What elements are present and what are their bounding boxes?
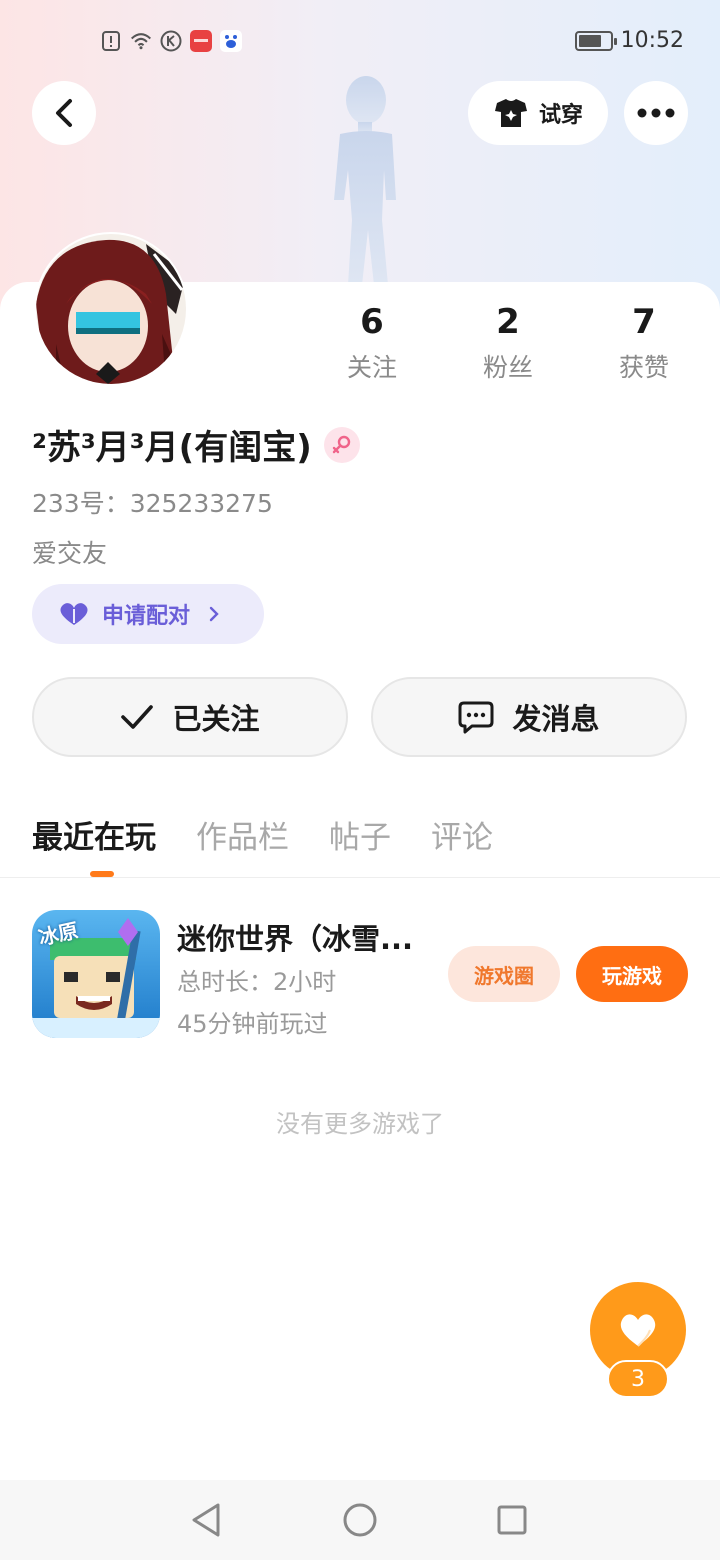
chevron-right-icon <box>209 606 219 622</box>
following-count: 6 <box>360 302 384 342</box>
back-button[interactable] <box>32 81 96 145</box>
heart-pair-icon <box>60 603 88 625</box>
stat-fans[interactable]: 2 粉丝 <box>438 300 578 384</box>
tab-recently-played[interactable]: 最近在玩 <box>32 812 156 862</box>
stat-likes[interactable]: 7 获赞 <box>574 300 714 384</box>
baidu-app-icon <box>220 30 242 52</box>
no-more-games-text: 没有更多游戏了 <box>276 1110 444 1138</box>
tab-works[interactable]: 作品栏 <box>196 812 289 862</box>
more-options-button[interactable] <box>624 81 688 145</box>
username-row: ²苏³月³月(有闺宝) <box>32 420 360 469</box>
avatar-illustration <box>36 234 186 384</box>
play-game-button[interactable]: 玩游戏 <box>576 946 688 1002</box>
triangle-back-icon <box>192 1503 220 1537</box>
game-list-item[interactable]: 冰原 迷你世界（冰雪... 总时长：2小时 45分钟前玩过 游戏圈 玩游戏 <box>32 910 688 1038</box>
nav-back-button[interactable] <box>186 1500 226 1540</box>
avatar[interactable] <box>34 232 188 386</box>
username: ²苏³月³月(有闺宝) <box>32 428 312 468</box>
game-circle-button[interactable]: 游戏圈 <box>448 946 560 1002</box>
female-gender-icon <box>323 426 360 463</box>
nav-recents-button[interactable] <box>492 1500 532 1540</box>
send-message-button[interactable]: 发消息 <box>371 677 687 757</box>
game-last-played: 45分钟前玩过 <box>177 1010 328 1038</box>
tshirt-icon <box>494 99 527 127</box>
tab-posts[interactable]: 帖子 <box>329 812 391 862</box>
game-playtime: 总时长：2小时 <box>177 968 337 996</box>
wifi-icon <box>131 33 151 50</box>
square-recents-icon <box>497 1505 527 1535</box>
likes-count: 7 <box>632 302 656 342</box>
check-icon <box>121 705 154 729</box>
stat-following[interactable]: 6 关注 <box>302 300 442 384</box>
status-bar: 10:52 <box>0 22 720 62</box>
tab-divider <box>0 877 720 878</box>
try-on-label: 试穿 <box>538 103 583 128</box>
followed-button[interactable]: 已关注 <box>32 677 348 757</box>
huawei-app-icon <box>190 30 212 52</box>
user-id: 233号：325233275 <box>32 489 273 518</box>
k-app-icon <box>160 30 182 52</box>
following-label: 关注 <box>346 353 397 382</box>
request-pair-label: 申请配对 <box>102 604 191 629</box>
request-pair-button[interactable]: 申请配对 <box>32 584 264 644</box>
game-icon[interactable]: 冰原 <box>32 910 160 1038</box>
nav-home-button[interactable] <box>340 1500 380 1540</box>
content-tabs: 最近在玩 作品栏 帖子 评论 <box>32 812 493 862</box>
avatar-figure-illustration <box>334 76 396 285</box>
send-message-label: 发消息 <box>512 702 600 736</box>
chevron-left-icon <box>56 99 72 127</box>
likes-label: 获赞 <box>618 353 669 382</box>
fans-label: 粉丝 <box>482 353 533 382</box>
stats-row: 6 关注 2 粉丝 7 获赞 <box>300 300 720 390</box>
circle-home-icon <box>343 1503 377 1537</box>
fans-count: 2 <box>496 302 520 342</box>
bio: 爱交友 <box>32 539 108 568</box>
alert-icon <box>102 31 120 51</box>
more-dots-icon <box>637 108 675 118</box>
chat-bubble-icon <box>458 701 494 734</box>
battery-fill <box>578 34 602 47</box>
battery-icon <box>574 30 617 51</box>
tab-comments[interactable]: 评论 <box>431 812 493 862</box>
try-on-button[interactable]: 试穿 <box>468 81 608 145</box>
followed-label: 已关注 <box>172 702 260 736</box>
heart-icon <box>620 1314 656 1347</box>
game-title: 迷你世界（冰雪... <box>177 922 414 956</box>
like-count-badge: 3 <box>607 1360 669 1398</box>
status-time: 10:52 <box>620 28 684 53</box>
system-navigation-bar <box>0 1480 720 1560</box>
